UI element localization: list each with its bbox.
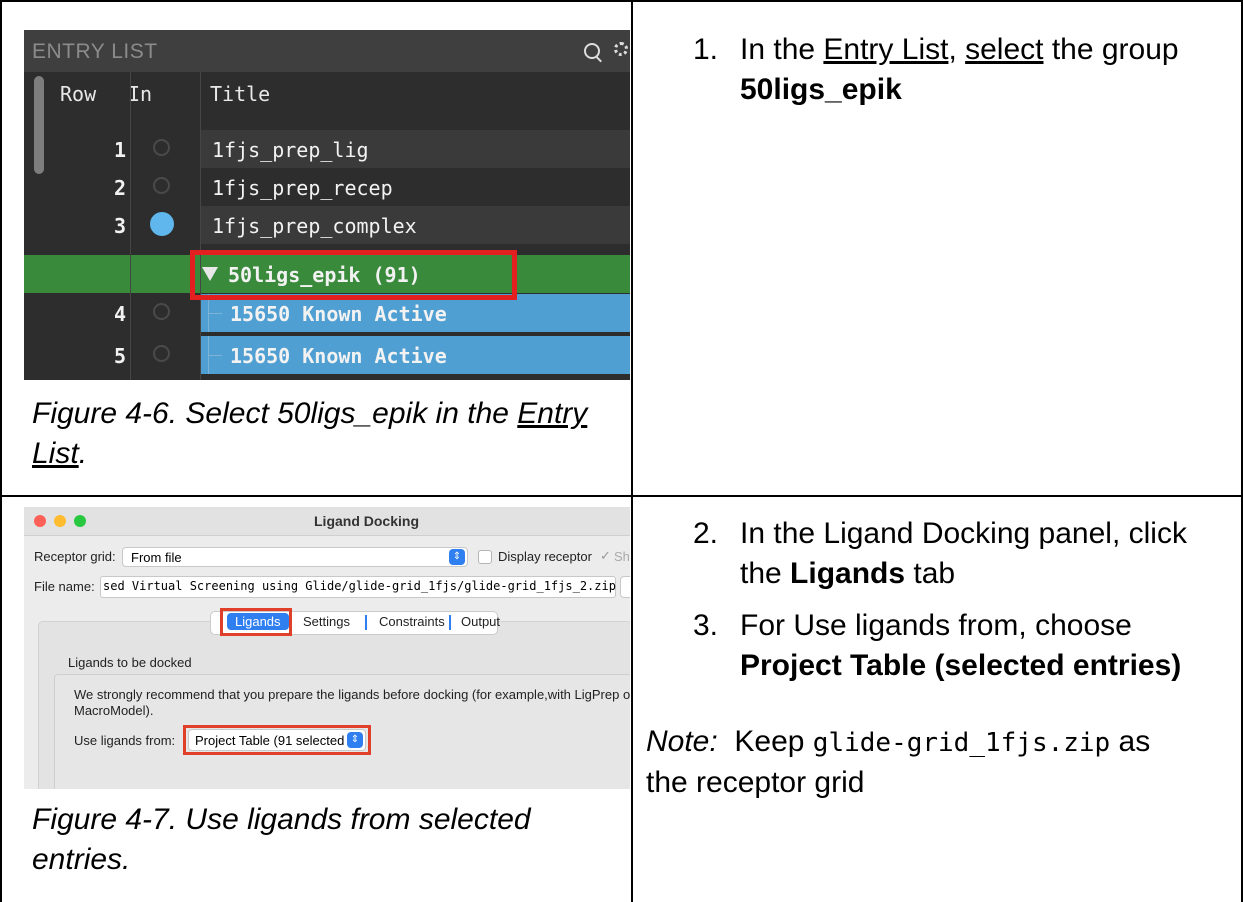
figure-caption: Figure 4-6. Select 50ligs_epik in the En… <box>32 394 622 474</box>
caption-text: Figure 4-7. Use ligands from selected <box>32 803 531 836</box>
table-border-left <box>0 0 2 902</box>
include-toggle[interactable] <box>153 303 170 320</box>
display-receptor-label: Display receptor <box>498 549 592 564</box>
window-title: Ligand Docking <box>314 513 419 529</box>
display-receptor-checkbox[interactable] <box>478 550 492 564</box>
tab-separator <box>365 615 367 630</box>
column-header-row[interactable]: Row <box>60 72 96 116</box>
step-2: 2. In the Ligand Docking panel, click th… <box>693 514 1233 590</box>
column-header-title[interactable]: Title <box>210 72 270 116</box>
tab-constraints[interactable]: Constraints <box>379 614 445 629</box>
step-number: 2. <box>693 517 719 550</box>
zoom-window-icon[interactable] <box>74 515 86 527</box>
entry-title: 15650 Known Active <box>230 344 447 368</box>
chevron-updown-icon[interactable]: ⇕ <box>449 549 465 565</box>
step-text: , <box>948 33 966 66</box>
row-number: 4 <box>113 302 126 326</box>
file-name-label: File name: <box>34 579 95 594</box>
step-link-entry-list[interactable]: Entry List <box>823 33 948 66</box>
step-link-select[interactable]: select <box>965 33 1043 66</box>
include-toggle-active[interactable] <box>150 212 174 236</box>
search-icon[interactable] <box>584 43 600 59</box>
receptor-grid-select[interactable]: From file ⇕ <box>122 547 468 567</box>
row-number: 2 <box>113 176 126 200</box>
step-1: 1. In the Entry List, select the group 5… <box>693 30 1233 106</box>
caption-text: . <box>78 437 88 470</box>
file-name-value: sed Virtual Screening using Glide/glide-… <box>103 579 616 593</box>
close-window-icon[interactable] <box>34 515 46 527</box>
file-name-input[interactable]: sed Virtual Screening using Glide/glide-… <box>100 576 616 598</box>
entry-title: 1fjs_prep_recep <box>212 176 393 200</box>
step-number: 3. <box>693 609 719 642</box>
include-toggle[interactable] <box>153 177 170 194</box>
note-text: the receptor grid <box>646 766 865 799</box>
table-border-top <box>0 0 1243 2</box>
tab-output[interactable]: Output <box>461 614 500 629</box>
step-3: 3. For Use ligands from, choose Project … <box>693 606 1233 682</box>
entry-row[interactable]: 2 1fjs_prep_recep <box>24 168 630 206</box>
show-checkmark-icon[interactable]: ✓ <box>600 548 611 564</box>
tab-settings[interactable]: Settings <box>303 614 350 629</box>
entry-title: 1fjs_prep_complex <box>212 214 417 238</box>
step-text: the group <box>1043 33 1179 66</box>
receptor-grid-label: Receptor grid: <box>34 549 116 564</box>
entry-title: 15650 Known Active <box>230 302 447 326</box>
minimize-window-icon[interactable] <box>54 515 66 527</box>
caption-text: Figure 4-6. Select 50ligs_epik in the <box>32 397 518 430</box>
window-titlebar: Ligand Docking <box>24 507 630 536</box>
step-bold: Ligands <box>790 557 906 590</box>
table-divider-horizontal <box>0 495 1243 497</box>
row-number: 5 <box>113 344 126 368</box>
highlight-box <box>220 608 292 636</box>
show-label: Sho <box>614 549 630 564</box>
step-text: In the Ligand Docking panel, click <box>740 517 1187 550</box>
row-number: 1 <box>113 138 126 162</box>
step-text: For Use ligands from, choose <box>740 609 1132 642</box>
column-separator <box>200 72 201 380</box>
include-toggle[interactable] <box>153 139 170 156</box>
step-number: 1. <box>693 33 719 66</box>
group-title: Ligands to be docked <box>68 655 192 670</box>
column-separator <box>130 72 131 380</box>
step-text: tab <box>905 557 956 590</box>
use-ligands-label: Use ligands from: <box>74 733 176 748</box>
note-text: as <box>1110 725 1151 758</box>
entry-row[interactable]: 1 1fjs_prep_lig <box>24 130 630 168</box>
gear-icon[interactable] <box>614 42 628 56</box>
note-code: glide-grid_1fjs.zip <box>812 728 1111 758</box>
browse-button[interactable] <box>620 576 630 598</box>
receptor-grid-value: From file <box>131 550 182 565</box>
highlight-box <box>183 725 371 755</box>
note-label: Note: <box>646 725 718 758</box>
note-text: Keep <box>717 725 813 758</box>
step-text: the <box>740 557 791 590</box>
caption-text: entries. <box>32 843 131 876</box>
tree-branch <box>208 355 222 356</box>
highlight-box <box>190 250 517 300</box>
table-divider-vertical <box>631 0 633 902</box>
caption-link[interactable]: List <box>32 437 79 470</box>
step-bold: Project Table (selected entries) <box>740 649 1182 682</box>
step-text: In the <box>740 33 824 66</box>
note: Note: Keep glide-grid_1fjs.zip as the re… <box>646 722 1236 803</box>
tab-separator <box>449 615 451 630</box>
entry-title: 1fjs_prep_lig <box>212 138 369 162</box>
figure-caption: Figure 4-7. Use ligands from selected en… <box>32 800 622 880</box>
step-bold: 50ligs_epik <box>740 73 902 106</box>
include-toggle[interactable] <box>153 345 170 362</box>
entry-list-title: ENTRY LIST <box>32 40 158 63</box>
entry-list-header: ENTRY LIST <box>24 30 630 72</box>
tree-branch <box>208 313 222 314</box>
ligand-docking-screenshot: Ligand Docking Receptor grid: From file … <box>24 507 630 789</box>
recommend-text: MacroModel). <box>74 703 154 718</box>
column-header-in[interactable]: In <box>128 72 152 116</box>
entry-row[interactable]: 3 1fjs_prep_complex <box>24 206 630 244</box>
row-number: 3 <box>113 214 126 238</box>
entry-list-screenshot: ENTRY LIST Row In Title 1 1fjs_prep_lig … <box>24 30 630 380</box>
recommend-text: We strongly recommend that you prepare t… <box>74 687 630 702</box>
entry-row-selected[interactable]: 5 15650 Known Active <box>24 336 630 374</box>
caption-link[interactable]: Entry <box>517 397 587 430</box>
